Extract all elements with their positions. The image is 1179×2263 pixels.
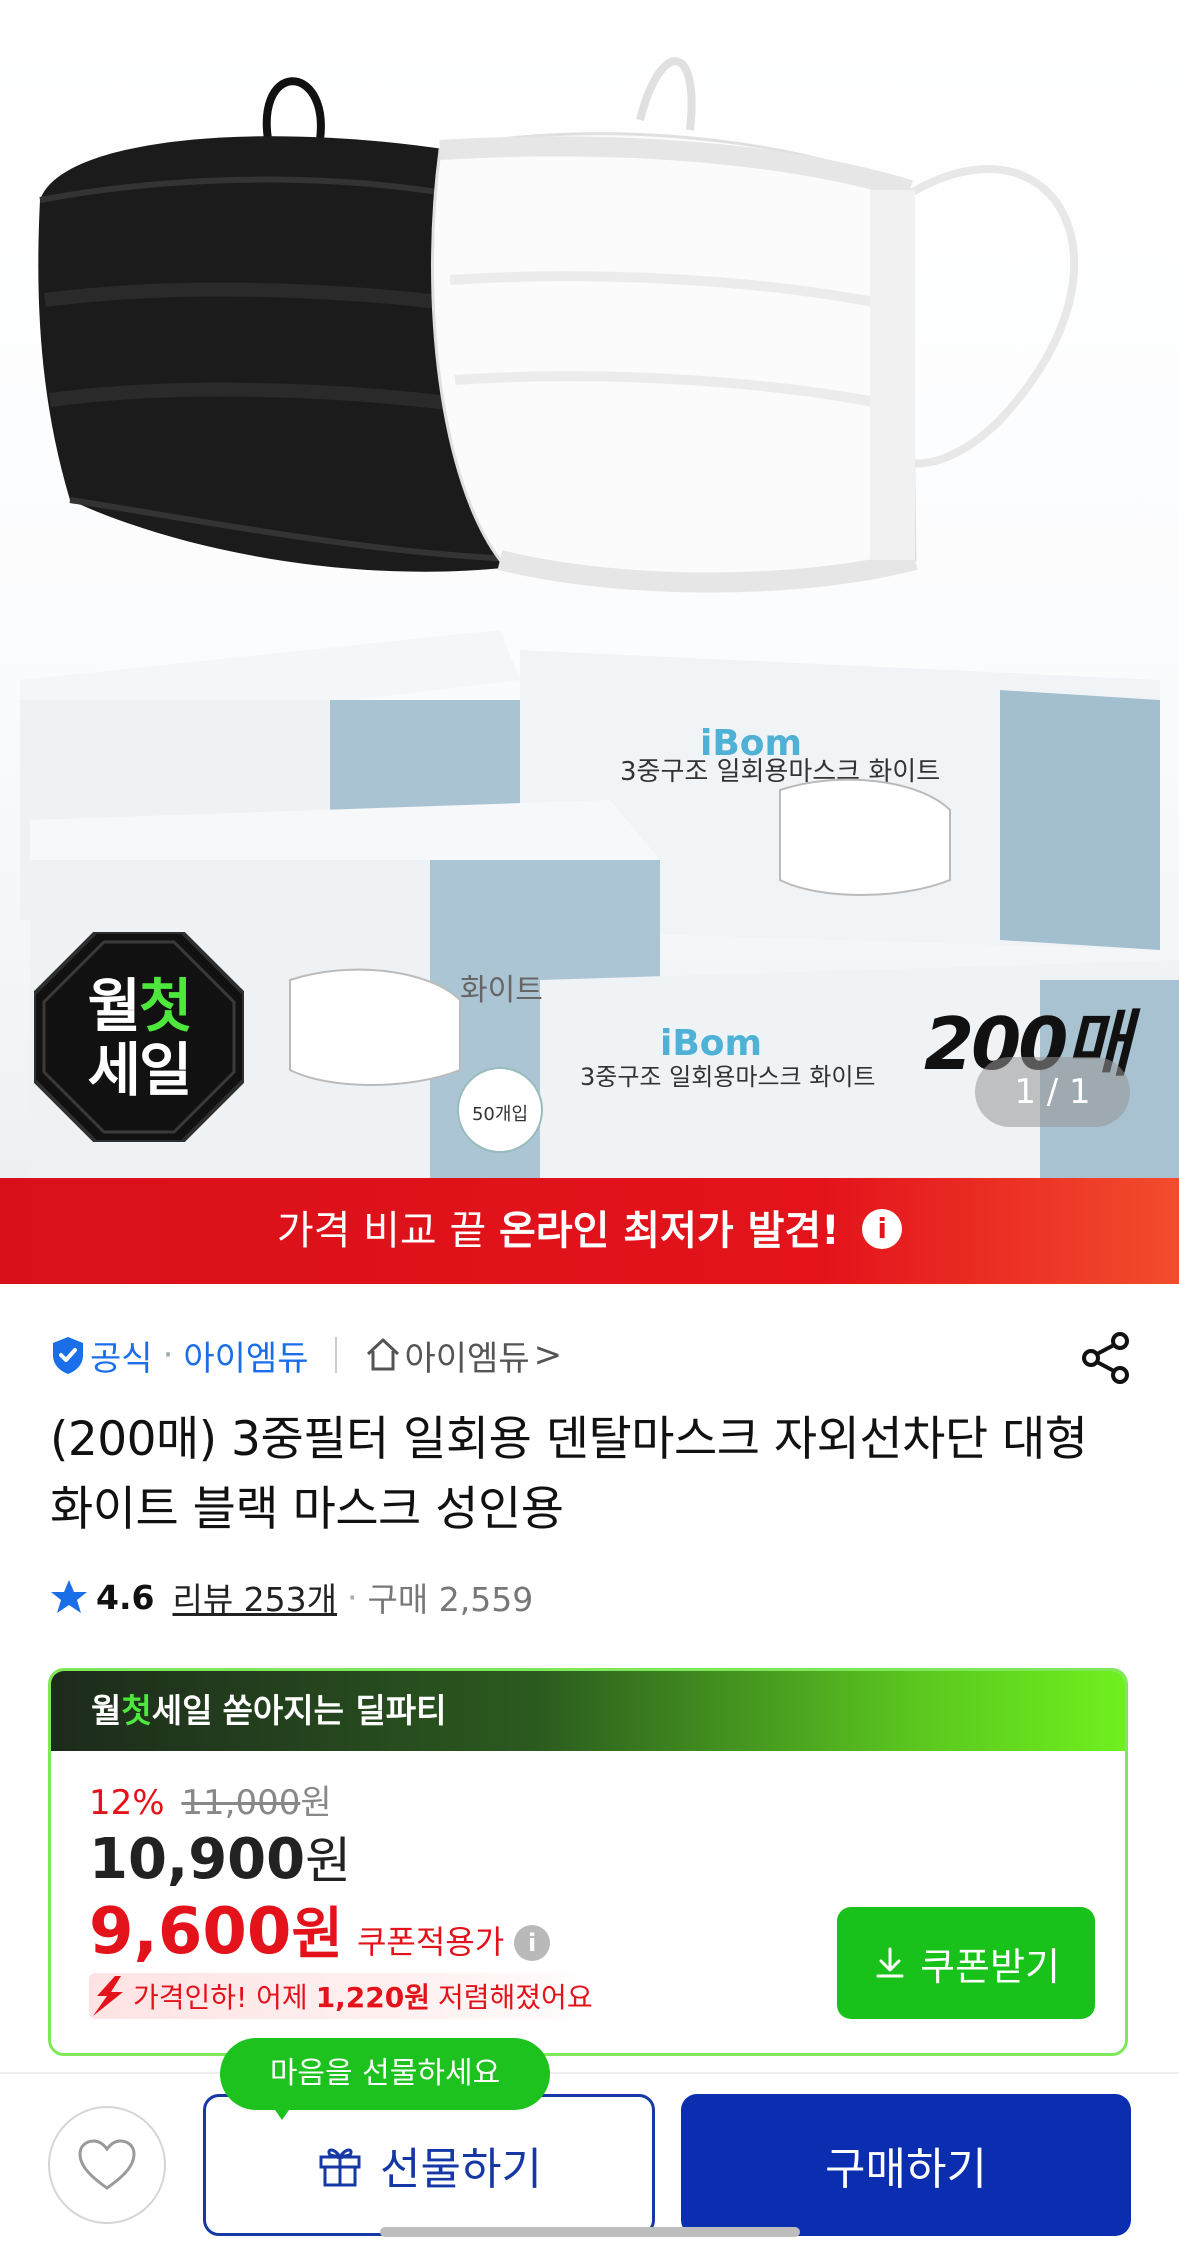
get-coupon-label: 쿠폰받기 [920, 1944, 1060, 1989]
deal-header-rest: 쏟아지는 딜파티 [222, 1691, 447, 1730]
shop-link[interactable]: 아이엠듀 > [363, 1331, 563, 1380]
deal-header: 월첫세일 쏟아지는 딜파티 [51, 1671, 1125, 1751]
download-icon [876, 1947, 904, 1978]
lowest-price-banner[interactable]: 가격 비교 끝 온라인 최저가 발견! i [0, 1178, 1179, 1284]
wishlist-button[interactable] [48, 2106, 166, 2224]
price-drop-suffix: 저렴해졌어요 [438, 1981, 593, 2014]
rating-score: 4.6 [96, 1577, 155, 1617]
rating-row: 4.6 리뷰 253개 · 구매 2,559 [50, 1572, 533, 1622]
buy-button[interactable]: 구매하기 [681, 2094, 1131, 2236]
gift-button-label: 선물하기 [380, 2144, 542, 2195]
star-icon [51, 1580, 87, 1613]
coupon-price-label: 쿠폰적용가 [356, 1923, 505, 1961]
svg-text:화이트: 화이트 [460, 973, 543, 1008]
deal-header-highlight: 첫 [121, 1691, 152, 1730]
original-price: 11,000 [181, 1783, 301, 1823]
banner-prefix: 가격 비교 끝 [276, 1208, 487, 1254]
banner-bold: 온라인 최저가 발견! [498, 1208, 840, 1254]
sale-price-unit: 원 [305, 1832, 352, 1890]
brand-link[interactable]: 아이엠듀 [183, 1331, 308, 1380]
shield-check-icon [53, 1337, 83, 1374]
gift-icon [319, 2148, 361, 2187]
review-count-link[interactable]: 리뷰 253개 [172, 1573, 337, 1621]
badge-text-2: 세일 [87, 1036, 193, 1104]
product-title: (200매) 3중필터 일회용 덴탈마스크 자외선차단 대형 화이트 블랙 마스… [50, 1412, 1088, 1537]
price-drop-notice: 가격인하! 어제 1,220원 저렴해졌어요 [89, 1973, 609, 2019]
badge-text-1: 월 [87, 972, 141, 1040]
info-icon[interactable]: i [514, 1925, 551, 1961]
divider [334, 1337, 337, 1373]
sale-price: 10,900원 [89, 1821, 351, 1893]
svg-text:50개입: 50개입 [472, 1104, 528, 1125]
svg-text:iBom: iBom [700, 723, 802, 764]
gift-tooltip-tail [268, 2100, 296, 2120]
deal-box: 월첫세일 쏟아지는 딜파티 12% 11,000원 10,900원 9,600 원 … [48, 1668, 1128, 2056]
info-icon[interactable]: i [862, 1209, 903, 1249]
price-drop-arrow-icon [93, 1976, 123, 2016]
home-indicator [380, 2227, 800, 2237]
bottom-bar-divider [0, 2072, 1179, 2074]
separator-dot: · [162, 1335, 174, 1375]
store-row: 공식 · 아이엠듀 아이엠듀 > [50, 1330, 562, 1380]
discount-percent: 12% [89, 1783, 165, 1823]
svg-text:iBom: iBom [660, 1023, 762, 1064]
discount-row: 12% 11,000원 [89, 1775, 332, 1824]
image-pager: 1 / 1 [975, 1057, 1130, 1127]
monthly-sale-badge: 월첫 세일 [34, 932, 244, 1142]
get-coupon-button[interactable]: 쿠폰받기 [837, 1907, 1095, 2019]
official-badge: 공식 [50, 1331, 153, 1380]
deal-header-part2: 세일 [151, 1691, 213, 1730]
heart-icon [78, 2139, 136, 2190]
original-price-unit: 원 [300, 1783, 332, 1823]
buy-button-label: 구매하기 [825, 2144, 987, 2195]
deal-header-part1: 월 [91, 1691, 122, 1730]
share-icon [1082, 1332, 1129, 1384]
chevron-right-icon: > [533, 1335, 563, 1375]
sale-price-value: 10,900 [89, 1827, 306, 1892]
coupon-price-unit: 원 [291, 1902, 343, 1967]
price-drop-amount: 1,220원 [315, 1981, 431, 2014]
price-drop-prefix: 가격인하! 어제 [133, 1981, 308, 2014]
product-image[interactable]: 3중구조 일회용마스크 화이트 iBom 3중구조 일회용마스크 화이트 iBo… [0, 0, 1179, 1178]
badge-text-highlight: 첫 [139, 972, 192, 1040]
svg-text:3중구조 일회용마스크 화이트: 3중구조 일회용마스크 화이트 [580, 1063, 876, 1091]
coupon-price-value: 9,600 [89, 1895, 292, 1969]
purchase-count: 구매 2,559 [367, 1580, 534, 1619]
home-icon [366, 1338, 399, 1371]
coupon-price-row: 9,600 원 쿠폰적용가 i [89, 1889, 551, 1970]
separator-dot: · [347, 1577, 358, 1617]
shop-link-label: 아이엠듀 [404, 1338, 530, 1379]
share-button[interactable] [1078, 1330, 1134, 1386]
official-label: 공식 [90, 1338, 153, 1379]
